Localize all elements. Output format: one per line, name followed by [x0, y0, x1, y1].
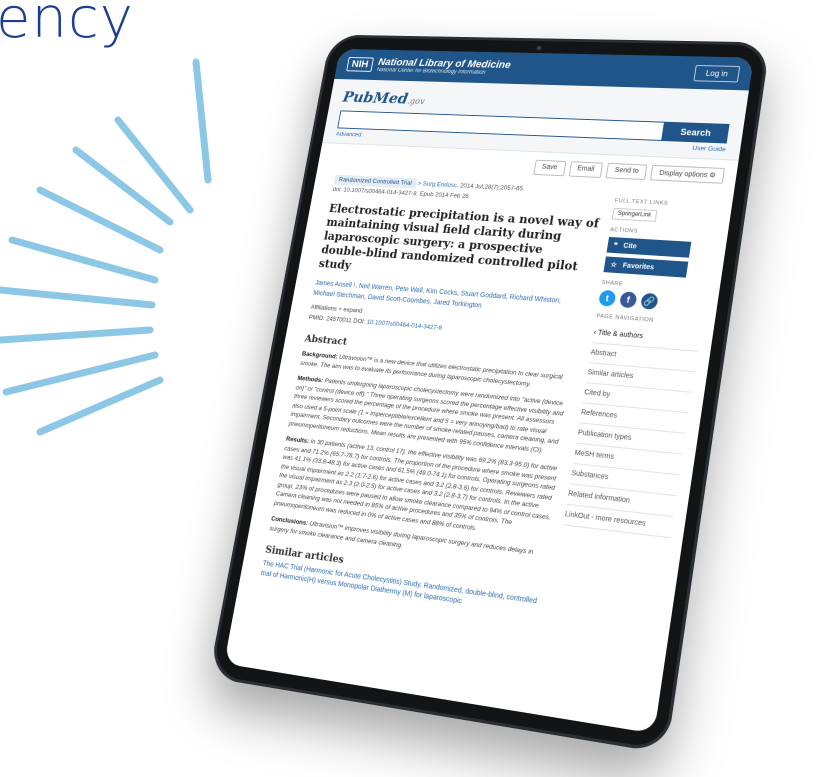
background-label: Background:: [301, 350, 339, 361]
nav-title-authors-label: Title & authors: [597, 329, 644, 341]
quote-icon: ❝: [613, 242, 618, 250]
display-options-label: Display options: [658, 170, 708, 180]
pubmed-screen: NIH National Library of Medicine Nationa…: [223, 48, 754, 734]
pubmed-logo-text: PubMed: [341, 88, 410, 108]
pmid-text: PMID: 24570011: [308, 314, 353, 325]
sunburst-rays: [0, 58, 212, 436]
display-options-button[interactable]: Display options ⚙: [650, 164, 726, 184]
doi-link[interactable]: 10.1007/s00464-014-3427-8: [366, 319, 442, 332]
nlm-logo[interactable]: NIH National Library of Medicine Nationa…: [346, 56, 512, 76]
search-button[interactable]: Search: [662, 121, 730, 144]
advanced-link[interactable]: Advanced: [335, 131, 361, 138]
gear-icon: ⚙: [708, 172, 717, 180]
facebook-icon[interactable]: f: [619, 291, 638, 309]
doi-label: DOI:: [352, 317, 366, 326]
results-label: Results:: [285, 435, 310, 445]
journal-link[interactable]: > Surg Endosc.: [417, 181, 459, 190]
cite-label: Cite: [622, 242, 638, 250]
springerlink-button[interactable]: SpringerLink: [611, 207, 658, 222]
expand-affiliations-button[interactable]: + expand: [338, 306, 363, 314]
favorites-button[interactable]: ☆ Favorites: [603, 256, 689, 278]
article-title: Electrostatic precipitation is a novel w…: [317, 201, 600, 274]
login-button[interactable]: Log in: [693, 64, 741, 82]
link-icon[interactable]: 🔗: [640, 292, 659, 310]
twitter-icon[interactable]: t: [598, 289, 617, 307]
affiliations-label: Affiliations: [310, 303, 338, 313]
tablet-device: NIH National Library of Medicine Nationa…: [208, 20, 771, 754]
email-button[interactable]: Email: [568, 161, 604, 178]
user-guide-link[interactable]: User Guide: [692, 145, 726, 153]
chevron-left-icon: ‹: [593, 329, 597, 337]
star-outline-icon: ☆: [609, 261, 618, 269]
camera-dot: [536, 45, 542, 51]
send-to-button[interactable]: Send to: [605, 162, 648, 181]
citation-text: 2014 Jul;28(7):2057-65.: [459, 182, 526, 193]
pubmed-logo-suffix: .gov: [406, 97, 426, 107]
save-button[interactable]: Save: [533, 159, 567, 177]
cite-button[interactable]: ❝ Cite: [606, 236, 692, 258]
methods-label: Methods:: [296, 375, 324, 385]
nih-logo-badge: NIH: [346, 57, 374, 72]
favorites-label: Favorites: [622, 262, 655, 271]
